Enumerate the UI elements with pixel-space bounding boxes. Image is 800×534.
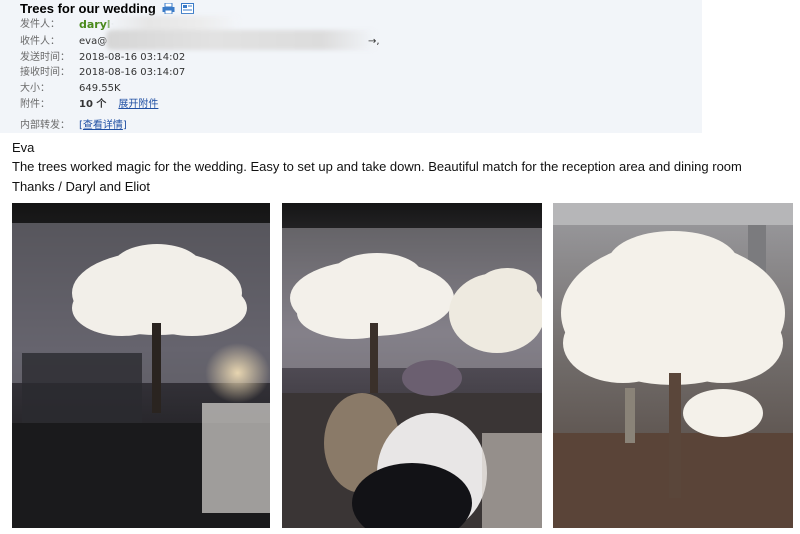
size-label: 大小： [20,83,50,94]
wedding-photo-1[interactable] [12,203,270,528]
sent-time-label: 发送时间： [20,52,70,63]
sent-time-value: 2018-08-16 03:14:02 [79,52,186,63]
recipient-row: 收件人： eva@ [20,34,107,49]
size-value: 649.55K [79,83,121,94]
subject-row: Trees for our wedding [20,0,194,17]
received-time-value: 2018-08-16 03:14:07 [79,67,186,78]
attachment-label: 附件： [20,99,50,110]
received-time-label: 接收时间： [20,67,70,78]
sender-label: 发件人： [20,19,60,30]
wedding-photo-2[interactable] [282,203,542,528]
forward-bracket-close: ] [122,120,127,131]
forward-label: 内部转发： [20,120,70,131]
greeting: Eva [12,140,35,155]
print-icon[interactable] [162,3,175,14]
wedding-photo-3[interactable] [553,203,793,528]
message-body: The trees worked magic for the wedding. … [12,159,742,174]
redaction-blur [106,30,376,50]
email-subject: Trees for our wedding [20,1,156,16]
size-row: 大小： 649.55K [20,81,121,96]
signoff: Thanks / Daryl and Eliot [12,179,151,194]
sent-time-row: 发送时间： 2018-08-16 03:14:02 [20,50,185,65]
sender-row: 发件人： daryl < [20,17,119,32]
view-details-link[interactable]: 查看详情 [83,118,123,133]
received-time-row: 接收时间： 2018-08-16 03:14:07 [20,65,185,80]
view-icon[interactable] [180,3,194,14]
recipient-label: 收件人： [20,36,60,47]
attachment-row: 附件： 10 个 展开附件 [20,97,158,112]
expand-attachments-link[interactable]: 展开附件 [118,97,158,112]
email-header: Trees for our wedding 发件人： daryl < 收件人： … [0,0,702,133]
attachment-count: 10 个 [79,99,107,110]
recipient-address[interactable]: eva@ [79,34,107,49]
forward-row: 内部转发： [查看详情] [20,118,127,133]
recipient-tail: →, [368,36,380,47]
sender-name[interactable]: daryl [79,17,111,32]
